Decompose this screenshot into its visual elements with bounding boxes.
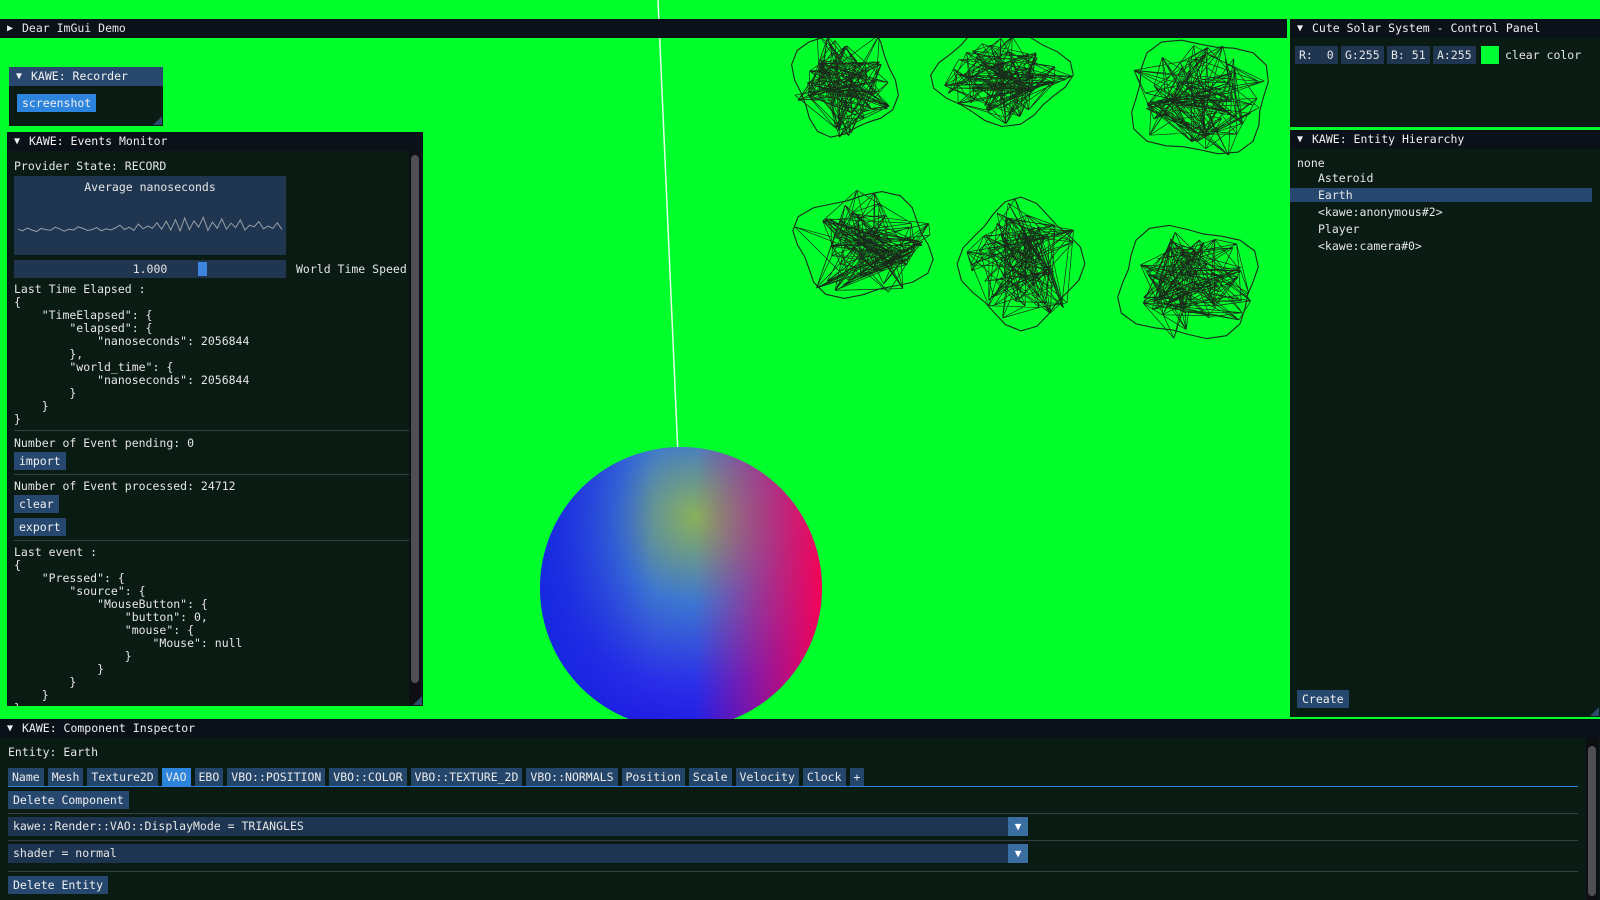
hierarchy-title-bar[interactable]: ▼ KAWE: Entity Hierarchy <box>1290 130 1600 149</box>
world-time-speed-slider[interactable]: 1.000 <box>14 260 286 278</box>
clear-color-label: clear color <box>1505 48 1582 62</box>
asteroid-wireframe <box>1131 39 1269 156</box>
divider <box>14 474 414 475</box>
color-swatch[interactable] <box>1481 46 1499 64</box>
component-tab[interactable]: VBO::POSITION <box>227 768 326 786</box>
shader-value: shader = normal <box>13 846 117 860</box>
scrollbar-thumb[interactable] <box>411 155 419 683</box>
slider-grab[interactable] <box>198 262 207 276</box>
average-ns-plot: Average nanoseconds <box>14 176 286 255</box>
asteroid-wireframe <box>1117 224 1259 340</box>
component-tab[interactable]: Scale <box>688 768 732 786</box>
resize-grip[interactable] <box>1590 707 1599 716</box>
speed-label: World Time Speed <box>296 262 407 276</box>
last-elapsed-label: Last Time Elapsed : <box>14 282 146 296</box>
component-tab[interactable]: VAO <box>161 768 191 786</box>
event-json: { "Pressed": { "source": { "MouseButton"… <box>14 558 243 707</box>
divider <box>14 540 414 541</box>
demo-window-title: Dear ImGui Demo <box>22 21 126 35</box>
collapse-arrow-icon[interactable]: ▼ <box>14 132 20 151</box>
control-title-bar[interactable]: ▼ Cute Solar System - Control Panel <box>1290 19 1600 38</box>
delete-component-button[interactable]: Delete Component <box>8 791 129 809</box>
inspector-entity-label: Entity: Earth <box>8 745 99 759</box>
component-tab[interactable]: Clock <box>802 768 846 786</box>
recorder-title-bar[interactable]: ▼ KAWE: Recorder <box>9 67 163 86</box>
speed-value: 1.000 <box>132 262 168 276</box>
import-button[interactable]: import <box>14 452 66 470</box>
create-entity-button[interactable]: Create <box>1297 690 1349 708</box>
component-tab[interactable]: Name <box>8 768 44 786</box>
elapsed-json: { "TimeElapsed": { "elapsed": { "nanosec… <box>14 295 250 426</box>
component-inspector-window: ▼ KAWE: Component Inspector Entity: Eart… <box>0 719 1600 900</box>
component-tab[interactable]: VBO::NORMALS <box>526 768 618 786</box>
divider <box>8 813 1578 814</box>
component-tab[interactable]: Position <box>621 768 685 786</box>
hierarchy-title: KAWE: Entity Hierarchy <box>1312 132 1465 146</box>
asteroid-wireframe <box>930 22 1074 128</box>
collapse-arrow-icon[interactable]: ▼ <box>16 67 22 86</box>
hierarchy-item[interactable]: Player <box>1290 222 1592 236</box>
hierarchy-item[interactable]: <kawe:camera#0> <box>1290 239 1592 253</box>
control-panel-window: ▼ Cute Solar System - Control Panel R: 0… <box>1290 19 1600 127</box>
shader-combo[interactable]: shader = normal ▼ <box>8 844 1028 863</box>
asteroid-wireframe <box>792 189 934 299</box>
inspector-title-bar[interactable]: ▼ KAWE: Component Inspector <box>0 719 1600 738</box>
component-tab[interactable]: VBO::COLOR <box>329 768 407 786</box>
export-button[interactable]: export <box>14 518 66 536</box>
component-tab[interactable]: Velocity <box>735 768 799 786</box>
color-a-field[interactable]: A:255 <box>1433 46 1476 64</box>
events-monitor-window: ▼ KAWE: Events Monitor Provider State: R… <box>7 132 423 706</box>
chevron-down-icon[interactable]: ▼ <box>1008 844 1028 863</box>
orbit-line <box>657 0 679 456</box>
add-component-tab[interactable]: + <box>849 768 865 786</box>
component-tab[interactable]: Texture2D <box>87 768 158 786</box>
color-b-field[interactable]: B: 51 <box>1387 46 1430 64</box>
tab-underline <box>8 786 1578 787</box>
recorder-title: KAWE: Recorder <box>31 69 128 83</box>
hierarchy-root[interactable]: none <box>1297 157 1325 170</box>
entity-hierarchy-window: ▼ KAWE: Entity Hierarchy none Asteroid Ea… <box>1290 130 1600 717</box>
processed-count: Number of Event processed: 24712 <box>14 479 236 493</box>
asteroid-wireframe <box>956 196 1086 332</box>
divider <box>8 871 1578 872</box>
component-tab[interactable]: Mesh <box>47 768 84 786</box>
collapse-arrow-icon[interactable]: ▼ <box>1297 19 1303 38</box>
hierarchy-item[interactable]: Earth <box>1290 188 1592 202</box>
component-tab[interactable]: VBO::TEXTURE_2D <box>410 768 523 786</box>
recorder-window: ▼ KAWE: Recorder screenshot <box>9 67 163 126</box>
delete-entity-button[interactable]: Delete Entity <box>8 876 109 894</box>
screenshot-button[interactable]: screenshot <box>17 94 97 112</box>
component-tab[interactable]: EBO <box>194 768 224 786</box>
events-title: KAWE: Events Monitor <box>29 134 168 148</box>
asteroid-wireframe <box>791 22 899 138</box>
component-tab-bar: Name Mesh Texture2D VAO EBO VBO::POSITION VBO:… <box>8 768 868 786</box>
divider <box>8 840 1578 841</box>
collapse-arrow-icon[interactable]: ▼ <box>1297 130 1303 149</box>
display-mode-combo[interactable]: kawe::Render::VAO::DisplayMode = TRIANGL… <box>8 817 1028 836</box>
provider-state: Provider State: RECORD <box>14 159 167 173</box>
hierarchy-item[interactable]: Asteroid <box>1290 171 1592 185</box>
display-mode-value: kawe::Render::VAO::DisplayMode = TRIANGL… <box>13 819 304 833</box>
events-scrollbar[interactable] <box>409 151 421 706</box>
control-title: Cute Solar System - Control Panel <box>1312 21 1541 35</box>
resize-grip[interactable] <box>413 696 422 705</box>
pending-count: Number of Event pending: 0 <box>14 436 195 450</box>
hierarchy-item[interactable]: <kawe:anonymous#2> <box>1290 205 1592 219</box>
collapse-arrow-icon[interactable]: ▼ <box>7 719 13 738</box>
divider <box>14 430 414 431</box>
last-event-label: Last event : <box>14 545 98 559</box>
inspector-scrollbar[interactable] <box>1586 738 1599 900</box>
chevron-down-icon[interactable]: ▼ <box>1008 817 1028 836</box>
scrollbar-thumb[interactable] <box>1588 746 1596 896</box>
inspector-title: KAWE: Component Inspector <box>22 721 196 735</box>
color-g-field[interactable]: G:255 <box>1341 46 1384 64</box>
events-title-bar[interactable]: ▼ KAWE: Events Monitor <box>7 132 423 151</box>
asteroid-group <box>791 22 1269 340</box>
resize-grip[interactable] <box>153 116 162 125</box>
collapse-arrow-icon[interactable]: ▶ <box>7 19 13 38</box>
plot-line <box>17 215 283 233</box>
demo-window-bar[interactable]: ▶ Dear ImGui Demo <box>0 19 1287 38</box>
color-r-field[interactable]: R: 0 <box>1295 46 1338 64</box>
clear-button[interactable]: clear <box>14 495 59 513</box>
